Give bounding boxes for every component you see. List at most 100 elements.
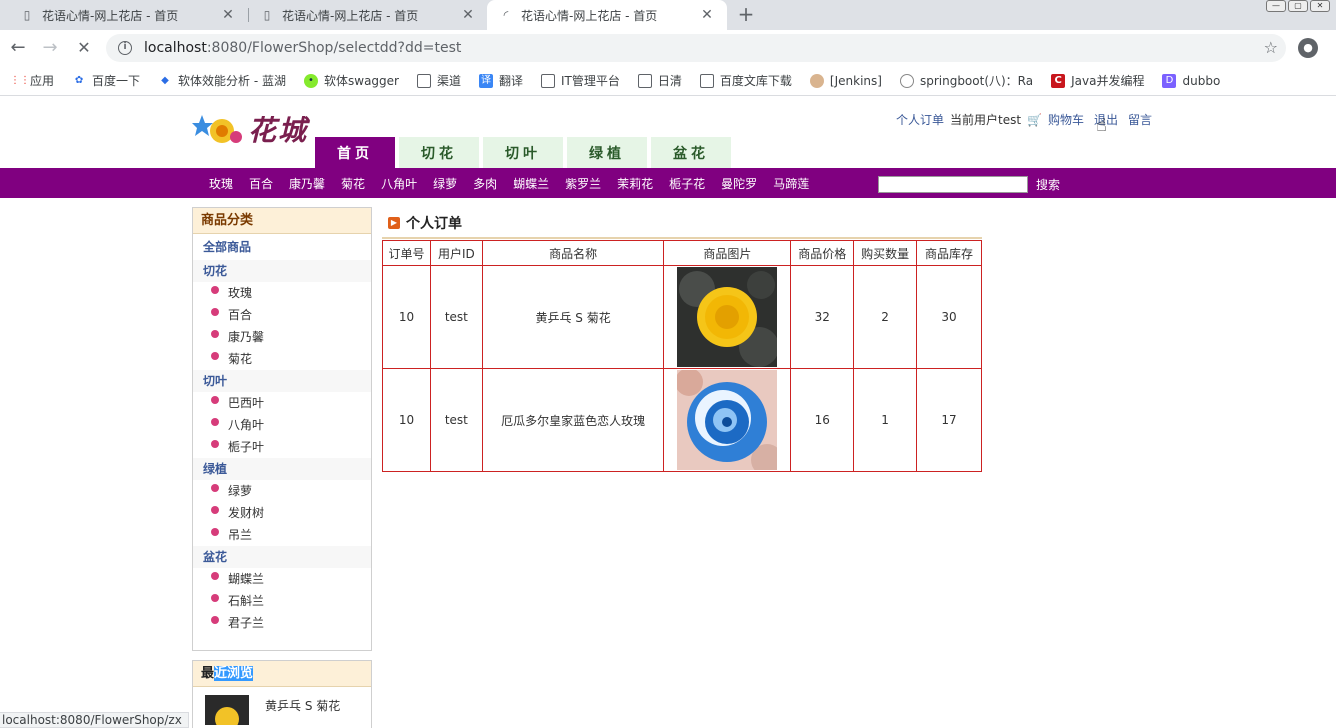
bookmark-springboot[interactable]: springboot(八)：Ra [899, 72, 1033, 89]
page-icon [699, 73, 714, 88]
site-logo[interactable]: 花城 [192, 107, 312, 151]
bookmark-apps[interactable]: ⋮⋮ 应用 [10, 72, 54, 89]
column-header: 商品库存 [916, 240, 982, 266]
bookmark-star-icon[interactable]: ☆ [1264, 38, 1278, 57]
category-link[interactable]: 茉莉花 [617, 175, 653, 192]
restore-icon[interactable]: ▢ [1288, 0, 1308, 12]
user-id-cell: test [429, 265, 483, 369]
sidebar-group[interactable]: 绿植 [193, 458, 371, 480]
bookmark-jenkins[interactable]: [Jenkins] [809, 73, 882, 88]
info-icon[interactable]: i [118, 41, 132, 55]
sidebar-item[interactable]: 石斛兰 [193, 590, 371, 612]
bookmarks-bar: ⋮⋮ 应用 ✿ 百度一下 ◆ 软体效能分析 - 蓝湖 • 软体swagger 渠道 译翻… [0, 66, 1336, 96]
category-bar: 玫瑰 百合 康乃馨 菊花 八角叶 绿萝 多肉 蝴蝶兰 紫罗兰 茉莉花 栀子花 曼… [0, 168, 1336, 198]
tab-green-plants[interactable]: 绿植 [567, 137, 647, 168]
category-link[interactable]: 绿萝 [433, 175, 457, 192]
message-link[interactable]: 留言 [1128, 111, 1152, 128]
sidebar-item[interactable]: 巴西叶 [193, 392, 371, 414]
tab-title: 花语心情-网上花店 - 首页 [42, 8, 179, 23]
sidebar-item[interactable]: 发财树 [193, 502, 371, 524]
heading-divider [382, 237, 982, 239]
translate-icon: 译 [479, 73, 493, 88]
tab-home[interactable]: 首页 [315, 137, 395, 168]
sidebar-item[interactable]: 吊兰 [193, 524, 371, 546]
address-bar[interactable]: i localhost:8080/FlowerShop/selectdd?dd=… [106, 34, 1286, 62]
sidebar-group[interactable]: 盆花 [193, 546, 371, 568]
sidebar-item[interactable]: 康乃馨 [193, 326, 371, 348]
category-link[interactable]: 紫罗兰 [565, 175, 601, 192]
swagger-icon: • [304, 73, 318, 88]
table-row: 10 test 黄乒乓 S 菊花 32 2 30 [382, 265, 982, 369]
sidebar-item[interactable]: 蝴蝶兰 [193, 568, 371, 590]
search-button[interactable]: 搜索 [1036, 176, 1060, 193]
bullet-icon [211, 440, 219, 448]
bookmark-baidu[interactable]: ✿ 百度一下 [72, 72, 140, 89]
bookmark-lanhu[interactable]: ◆ 软体效能分析 - 蓝湖 [158, 72, 286, 89]
blue-rose-image[interactable] [677, 370, 778, 470]
sidebar-group[interactable]: 切花 [193, 260, 371, 282]
category-link[interactable]: 马蹄莲 [773, 175, 809, 192]
bookmark-dubbo[interactable]: Ddubbo [1162, 73, 1220, 88]
category-link[interactable]: 康乃馨 [289, 175, 325, 192]
profile-avatar-icon[interactable]: ● [1298, 38, 1318, 58]
close-icon[interactable]: ✕ [220, 7, 236, 23]
sidebar-title: 商品分类 [193, 208, 371, 234]
sidebar-item[interactable]: 八角叶 [193, 414, 371, 436]
recent-thumbnail[interactable] [205, 695, 249, 725]
spring-icon [899, 73, 914, 88]
forward-arrow-icon[interactable]: → [38, 36, 62, 60]
bookmark-it-platform[interactable]: IT管理平台 [541, 72, 620, 89]
bullet-icon [211, 308, 219, 316]
sidebar-item[interactable]: 君子兰 [193, 612, 371, 634]
category-link[interactable]: 八角叶 [381, 175, 417, 192]
search-input[interactable] [878, 176, 1028, 193]
bookmark-wenku[interactable]: 百度文库下载 [699, 72, 792, 89]
category-link[interactable]: 蝴蝶兰 [513, 175, 549, 192]
bullet-icon [211, 506, 219, 514]
category-link[interactable]: 栀子花 [669, 175, 705, 192]
cart-link[interactable]: 购物车 [1048, 111, 1084, 128]
tab-potted-flowers[interactable]: 盆花 [651, 137, 731, 168]
sidebar-item[interactable]: 百合 [193, 304, 371, 326]
cart-icon[interactable]: 🛒 [1027, 113, 1042, 127]
minimize-icon[interactable]: — [1266, 0, 1286, 12]
bookmark-riqing[interactable]: 日清 [637, 72, 682, 89]
user-id-cell: test [429, 368, 483, 472]
bookmark-swagger[interactable]: • 软体swagger [304, 72, 399, 89]
sidebar-item[interactable]: 栀子叶 [193, 436, 371, 458]
browser-tab-3[interactable]: ◜ 花语心情-网上花店 - 首页 ✕ [487, 0, 727, 30]
bullet-icon [211, 594, 219, 602]
close-icon[interactable]: ✕ [699, 7, 715, 23]
page-viewport: 花城 个人订单 当前用户test 🛒 购物车 退出 留言 ☝ 首页 切花 切叶 … [0, 97, 1336, 728]
category-link[interactable]: 多肉 [473, 175, 497, 192]
close-icon[interactable]: ✕ [460, 7, 476, 23]
bookmark-java[interactable]: C Java并发编程 [1051, 72, 1144, 89]
category-sidebar: 商品分类 全部商品 切花 玫瑰 百合 康乃馨 菊花 切叶 巴西叶 八角叶 栀子叶… [192, 207, 372, 651]
bullet-icon [211, 418, 219, 426]
price-cell: 16 [790, 368, 855, 472]
category-link[interactable]: 曼陀罗 [721, 175, 757, 192]
tab-cut-leaves[interactable]: 切叶 [483, 137, 563, 168]
sidebar-item[interactable]: 菊花 [193, 348, 371, 370]
stop-loading-icon[interactable]: ✕ [72, 36, 96, 60]
recent-item-name[interactable]: 黄乒乓 S 菊花 [265, 697, 340, 714]
category-link[interactable]: 百合 [249, 175, 273, 192]
back-arrow-icon[interactable]: ← [6, 36, 30, 60]
sidebar-item[interactable]: 玫瑰 [193, 282, 371, 304]
close-window-icon[interactable]: ✕ [1310, 0, 1330, 12]
sidebar-group[interactable]: 切叶 [193, 370, 371, 392]
sidebar-item[interactable]: 绿萝 [193, 480, 371, 502]
tab-cut-flowers[interactable]: 切花 [399, 137, 479, 168]
browser-tab-1[interactable]: ▯ 花语心情-网上花店 - 首页 ✕ [8, 0, 248, 30]
new-tab-button[interactable]: + [734, 2, 758, 26]
yellow-chrysanthemum-image[interactable] [677, 267, 778, 367]
category-link[interactable]: 玫瑰 [209, 175, 233, 192]
logo-flower-icon [192, 115, 242, 143]
category-link[interactable]: 菊花 [341, 175, 365, 192]
bookmark-channel[interactable]: 渠道 [416, 72, 461, 89]
sidebar-all-products[interactable]: 全部商品 [193, 234, 371, 260]
browser-tab-2[interactable]: ▯ 花语心情-网上花店 - 首页 ✕ [248, 0, 488, 30]
bookmark-translate[interactable]: 译翻译 [479, 72, 523, 89]
my-orders-link[interactable]: 个人订单 [896, 111, 944, 128]
product-name-cell: 黄乒乓 S 菊花 [481, 265, 665, 369]
